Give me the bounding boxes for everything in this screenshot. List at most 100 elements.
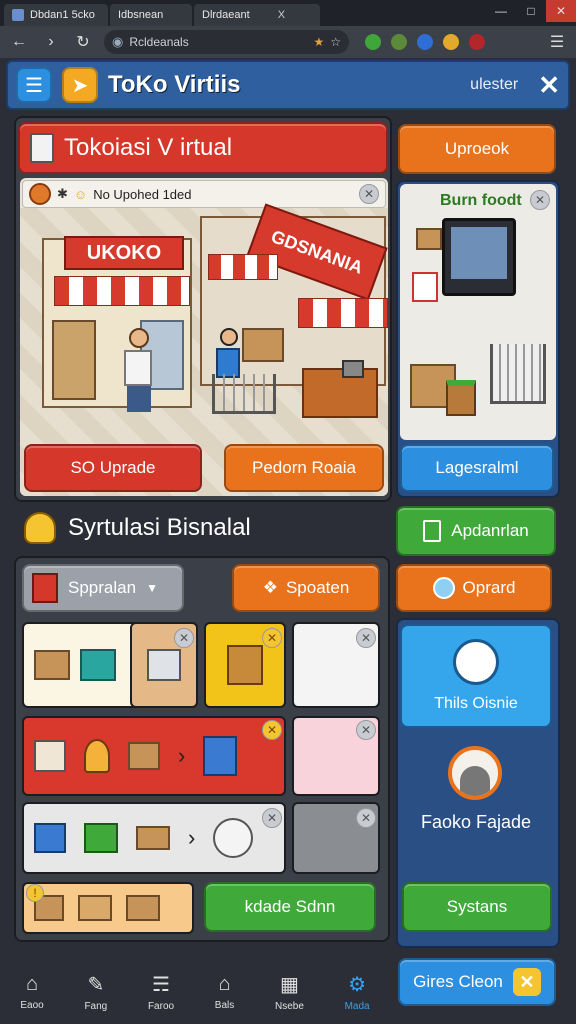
side-blue-card[interactable]: Thils Oisnie (400, 624, 552, 728)
perform-button[interactable]: Pedorn Roaia (224, 444, 384, 492)
nav-item-settings[interactable]: ⚙ Mada (345, 972, 370, 1012)
slot-close-icon[interactable]: ✕ (356, 628, 376, 648)
side-systems-button[interactable]: Systans (402, 882, 552, 932)
shelf-left (52, 320, 96, 400)
inventory-row-4[interactable] (22, 882, 194, 934)
app-favicon-icon (12, 9, 24, 21)
side-card-button[interactable]: Lagesralml (400, 444, 554, 492)
menu-button[interactable]: ☰ (16, 67, 52, 103)
tab-close-icon[interactable]: X (278, 9, 285, 21)
forward-arrow-icon[interactable]: › (40, 31, 62, 53)
close-icon[interactable]: ✕ (538, 70, 560, 101)
slot-close-icon[interactable]: ✕ (262, 808, 282, 828)
sim-badge-icon (24, 512, 56, 544)
tab-label: Dbdan1 5cko (30, 9, 95, 21)
monitor-icon (442, 218, 516, 296)
app-title: ToKo Virtiis (108, 71, 241, 98)
browser-tab-active[interactable]: Dlrdaeant X (194, 4, 320, 26)
extension-coin-icon[interactable] (443, 34, 459, 50)
sparkle-icon: ✱ (57, 186, 68, 201)
side-card-close-icon[interactable]: ✕ (530, 190, 550, 210)
tag-icon: ❖ (262, 578, 278, 597)
nav-label: Fang (84, 1001, 108, 1012)
extension-green-icon[interactable] (365, 34, 381, 50)
app-header: ☰ ➤ ToKo Virtiis ulester ✕ (6, 60, 570, 110)
spotlight-button[interactable]: ❖ Spoaten (232, 564, 380, 612)
nav-item-grid[interactable]: ▦ Nsebe (275, 972, 304, 1012)
sign-icon (412, 272, 438, 302)
gear-icon: ⚙ (348, 974, 367, 996)
chevron-right-icon[interactable]: › (188, 825, 195, 851)
nav-item-home[interactable]: ⌂ Eaoo (20, 973, 43, 1011)
side-profile-label: Faoko Fajade (420, 812, 532, 832)
inventory-row-2[interactable]: › (22, 716, 286, 796)
chevron-down-icon: ▼ (146, 581, 158, 595)
upgrade-button[interactable]: SO Uprade (24, 444, 202, 492)
grid-icon: ▦ (279, 974, 299, 996)
site-info-icon: ◉ (112, 34, 124, 49)
store-scene: ✱ ☺ No Upohed 1ded ✕ UKOKO GDSNANIA SO U… (20, 178, 388, 496)
address-bar[interactable]: ◉ Rcldeanals ★ ☆ (104, 30, 349, 54)
slot-close-icon[interactable]: ✕ (356, 808, 376, 828)
slot-close-icon[interactable]: ✕ (174, 628, 194, 648)
nav-item-store[interactable]: ⌂ Bals (215, 973, 234, 1011)
tab-label: Idbsnean (118, 9, 164, 21)
side-bottom-label: Gires Cleon (413, 972, 503, 991)
chevron-right-icon[interactable]: › (178, 743, 185, 769)
caption-close-icon[interactable]: ✕ (359, 184, 379, 204)
side-bottom-button[interactable]: Gires Cleon ✕ (398, 958, 556, 1006)
side-apply-button[interactable]: Apdanrlan (396, 506, 556, 556)
slot-close-icon[interactable]: ✕ (356, 720, 376, 740)
reload-icon[interactable]: ↻ (72, 31, 94, 53)
basket-icon (84, 823, 118, 853)
shopping-cart-icon (490, 344, 546, 404)
slot-close-icon[interactable]: ✕ (262, 628, 282, 648)
person-icon (460, 766, 490, 796)
home-icon: ⌂ (25, 973, 39, 995)
tablet-icon (34, 823, 66, 853)
hamburger-icon: ☰ (25, 74, 43, 97)
slot-badge-icon[interactable]: ! (26, 884, 44, 902)
document-icon (30, 133, 54, 163)
side-upgrade-button[interactable]: Oprard (396, 564, 552, 612)
address-text: Rcldeanals (129, 35, 189, 49)
bottom-green-button[interactable]: kdade Sdnn (204, 882, 376, 932)
close-icon[interactable]: ✕ (512, 968, 541, 996)
sandwich-icon (136, 826, 170, 850)
logo-button[interactable]: ➤ (62, 67, 98, 103)
back-arrow-icon[interactable]: ← (8, 31, 30, 53)
spotlight-label: Spoaten (285, 578, 350, 597)
nav-item-edit[interactable]: ✎ Fang (84, 972, 107, 1012)
nav-item-cart[interactable]: ☴ Faroo (148, 972, 174, 1012)
nav-label: Eaoo (20, 1000, 44, 1011)
star-outline-icon[interactable]: ☆ (330, 35, 341, 49)
person-icon (84, 739, 110, 773)
store-title: Tokoiasi V irtual (64, 134, 233, 161)
extension-puzzle-icon[interactable] (391, 34, 407, 50)
browser-tab[interactable]: Dbdan1 5cko (4, 4, 108, 26)
browser-menu-icon[interactable]: ☰ (546, 31, 568, 53)
box-icon (128, 742, 160, 770)
minimize-button[interactable]: — (486, 0, 516, 22)
extension-shield-icon[interactable] (417, 34, 433, 50)
bookmark-star-icon[interactable]: ★ (313, 35, 324, 49)
nav-label: Mada (344, 1001, 370, 1012)
maximize-button[interactable]: □ (516, 0, 546, 22)
extension-red-icon[interactable] (469, 34, 485, 50)
category-dropdown[interactable]: Sppralan ▼ (22, 564, 184, 612)
user-label[interactable]: ulester (470, 76, 518, 94)
profile-avatar[interactable] (448, 746, 502, 800)
awning-right (298, 298, 388, 328)
bag-icon (32, 573, 58, 603)
book-icon (203, 736, 238, 776)
store-badge-icon (29, 183, 51, 205)
book-icon (227, 645, 263, 685)
box-icon (34, 650, 70, 680)
side-top-button[interactable]: Uproeok (398, 124, 556, 174)
browser-tab[interactable]: Idbsnean (110, 4, 192, 26)
inventory-row-3[interactable]: › (22, 802, 286, 874)
slot-close-icon[interactable]: ✕ (262, 720, 282, 740)
window-close-button[interactable]: ✕ (546, 0, 576, 22)
shop-building-left: UKOKO (42, 236, 192, 408)
refresh-globe-icon (453, 639, 499, 685)
